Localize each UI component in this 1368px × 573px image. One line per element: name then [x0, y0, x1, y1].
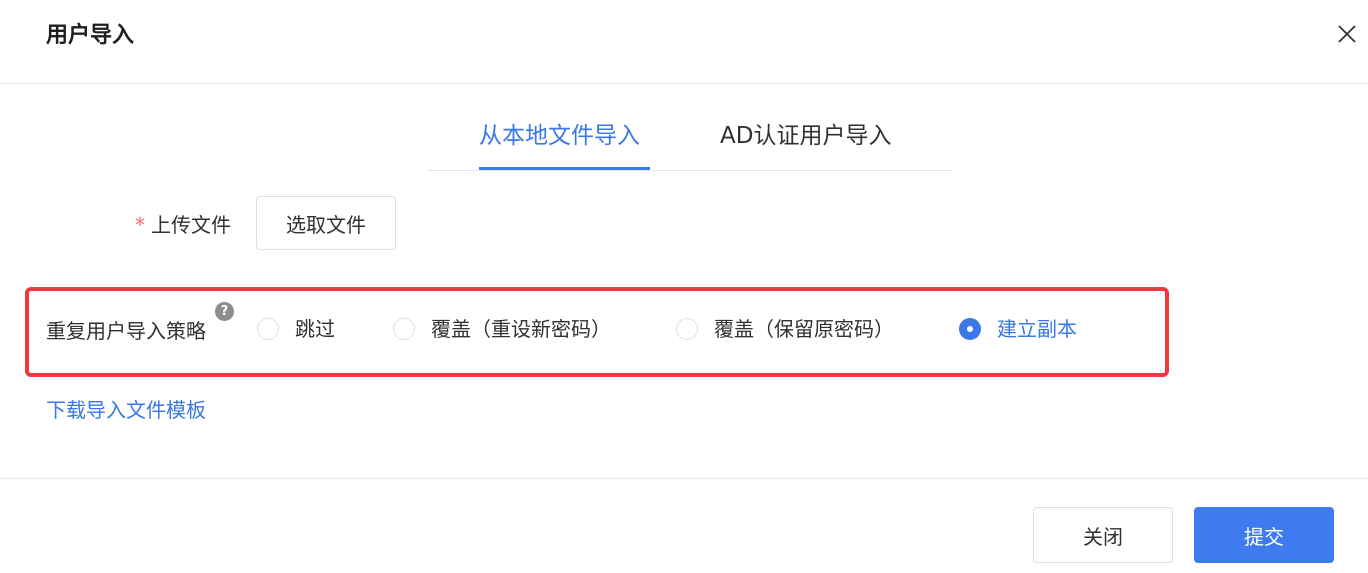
import-source-tabs: 从本地文件导入 AD认证用户导入: [428, 110, 952, 171]
dialog-header: 用户导入: [0, 0, 1368, 84]
radio-circle: [393, 318, 415, 340]
close-icon-glyph: [1338, 25, 1356, 43]
question-circle-icon[interactable]: ?: [215, 302, 234, 321]
user-import-dialog: 用户导入 从本地文件导入 AD认证用户导入 * 上传文件 选取文件 重复用户导入策…: [0, 0, 1368, 573]
radio-circle: [676, 318, 698, 340]
radio-label: 建立副本: [997, 317, 1077, 341]
radio-circle-checked: [959, 318, 981, 340]
submit-button[interactable]: 提交: [1194, 507, 1334, 563]
footer-divider: [0, 478, 1368, 479]
tab-local-file-import[interactable]: 从本地文件导入: [479, 118, 640, 154]
upload-file-label: * 上传文件: [135, 210, 231, 240]
dialog-title: 用户导入: [46, 23, 135, 48]
radio-circle: [257, 318, 279, 340]
radio-label: 覆盖（重设新密码）: [431, 317, 611, 341]
close-button[interactable]: 关闭: [1033, 507, 1173, 563]
tab-ad-user-import[interactable]: AD认证用户导入: [720, 118, 891, 154]
radio-label: 跳过: [295, 317, 335, 341]
close-icon[interactable]: [1335, 22, 1359, 46]
radio-label: 覆盖（保留原密码）: [714, 317, 894, 341]
upload-file-label-text: 上传文件: [151, 213, 231, 237]
select-file-button[interactable]: 选取文件: [256, 196, 396, 250]
download-template-link[interactable]: 下载导入文件模板: [46, 395, 206, 425]
required-mark: *: [135, 213, 145, 237]
duplicate-strategy-label: 重复用户导入策略: [46, 319, 206, 343]
active-tab-indicator: [479, 167, 650, 170]
